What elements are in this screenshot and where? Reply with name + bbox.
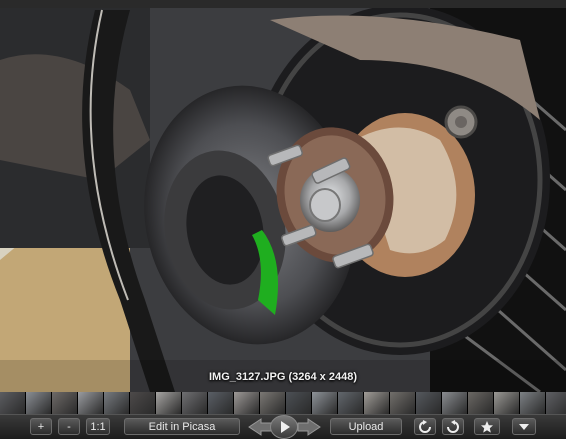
filmstrip-thumbnail[interactable] (494, 392, 520, 414)
filmstrip-thumbnail[interactable] (208, 392, 234, 414)
viewer-toolbar: + - 1:1 Edit in Picasa Upload (0, 414, 566, 439)
filmstrip-thumbnail[interactable] (0, 392, 26, 414)
filmstrip-thumbnail[interactable] (130, 392, 156, 414)
filmstrip-thumbnail[interactable] (52, 392, 78, 414)
photo-viewer: IMG_3127.JPG (3264 x 2448) + - 1:1 Edit … (0, 0, 566, 439)
filmstrip-thumbnail[interactable] (390, 392, 416, 414)
filmstrip-thumbnail[interactable] (442, 392, 468, 414)
star-icon (481, 421, 493, 433)
play-slideshow-button[interactable] (270, 415, 298, 439)
filmstrip-thumbnail[interactable] (286, 392, 312, 414)
filmstrip-thumbnail[interactable] (312, 392, 338, 414)
more-options-button[interactable] (512, 418, 536, 435)
zoom-in-button[interactable]: + (30, 418, 52, 435)
rotate-left-button[interactable] (414, 418, 436, 435)
play-icon (281, 421, 290, 433)
filmstrip[interactable] (0, 392, 566, 414)
rotate-right-icon (447, 420, 459, 433)
filmstrip-thumbnail[interactable] (156, 392, 182, 414)
photo-image[interactable] (0, 0, 566, 392)
image-caption: IMG_3127.JPG (3264 x 2448) (209, 371, 357, 383)
next-arrow-icon (297, 418, 321, 436)
filmstrip-thumbnail[interactable] (182, 392, 208, 414)
next-arrow-button[interactable] (296, 418, 322, 436)
top-frame-strip (0, 0, 566, 8)
actual-size-button[interactable]: 1:1 (86, 418, 110, 435)
edit-in-picasa-button[interactable]: Edit in Picasa (124, 418, 240, 435)
filmstrip-thumbnail[interactable] (26, 392, 52, 414)
filmstrip-thumbnail[interactable] (104, 392, 130, 414)
rotate-right-button[interactable] (442, 418, 464, 435)
zoom-out-button[interactable]: - (58, 418, 80, 435)
upload-button[interactable]: Upload (330, 418, 402, 435)
star-button[interactable] (474, 418, 500, 435)
filmstrip-thumbnail[interactable] (468, 392, 494, 414)
filmstrip-thumbnail[interactable] (260, 392, 286, 414)
chevron-down-icon (519, 424, 529, 430)
filmstrip-thumbnail[interactable] (416, 392, 442, 414)
rotate-left-icon (419, 420, 431, 433)
filmstrip-thumbnail[interactable] (520, 392, 546, 414)
filmstrip-thumbnail[interactable] (234, 392, 260, 414)
filmstrip-thumbnail[interactable] (546, 392, 566, 414)
filmstrip-thumbnail[interactable] (78, 392, 104, 414)
filmstrip-thumbnail[interactable] (338, 392, 364, 414)
filmstrip-thumbnail[interactable] (364, 392, 390, 414)
